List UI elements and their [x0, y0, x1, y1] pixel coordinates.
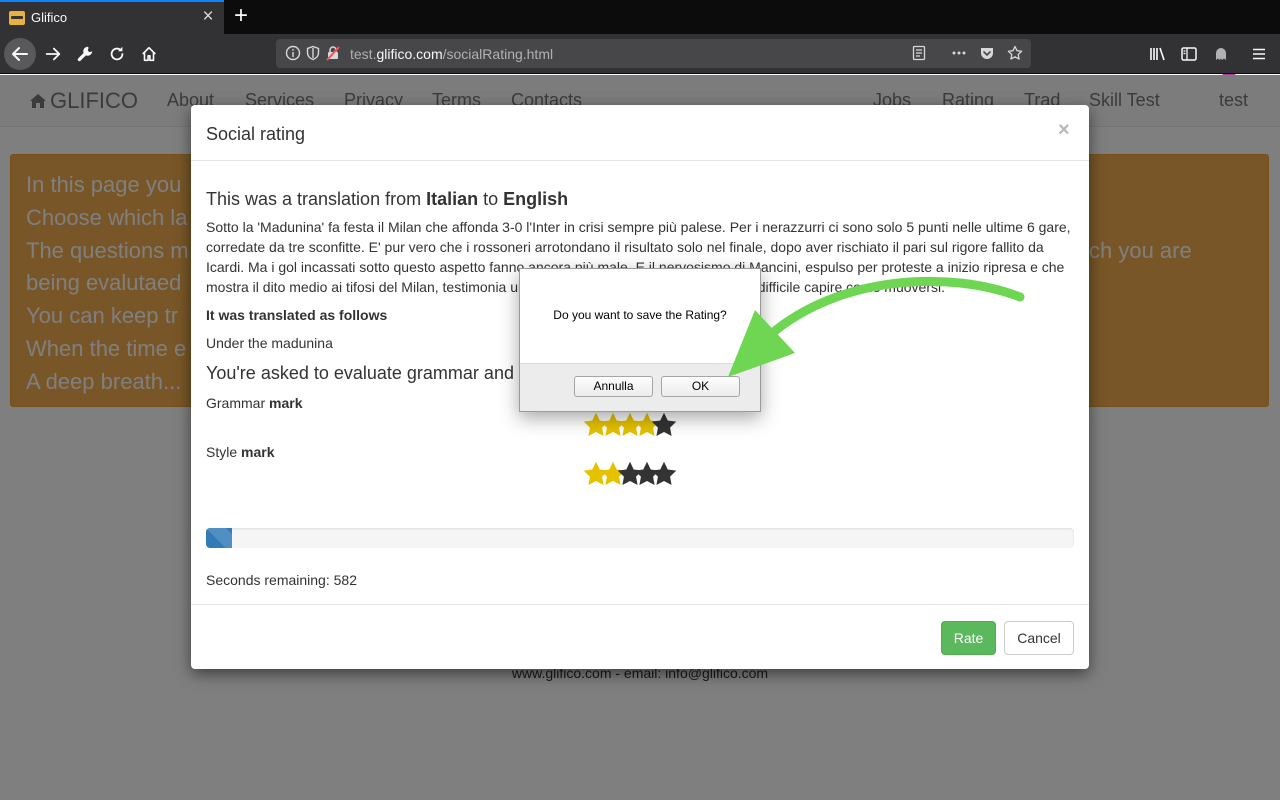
- cancel-button[interactable]: Cancel: [1004, 621, 1074, 655]
- save-confirm-dialog: Do you want to save the Rating? Annulla …: [519, 268, 761, 412]
- source-language: Italian: [426, 189, 479, 209]
- style-label: Style mark: [206, 444, 274, 460]
- url-bar[interactable]: test.glifico.com/socialRating.html: [276, 39, 1031, 68]
- bookmark-star-icon[interactable]: [1007, 45, 1023, 61]
- url-domain: glifico.com: [376, 46, 443, 62]
- annulla-button[interactable]: Annulla: [574, 376, 653, 397]
- reload-button[interactable]: [104, 41, 130, 67]
- extension-button[interactable]: [1212, 41, 1234, 67]
- url-subdomain: test.: [350, 46, 377, 62]
- grammar-star-rating[interactable]: [583, 411, 677, 439]
- url-text[interactable]: test.glifico.com/socialRating.html: [350, 46, 553, 62]
- home-icon: [142, 46, 156, 62]
- modal-header: Social rating ×: [191, 105, 1089, 161]
- target-language: English: [503, 189, 569, 209]
- modal-close-icon[interactable]: ×: [1058, 119, 1070, 142]
- star-empty-icon[interactable]: [651, 460, 677, 488]
- translated-label: It was translated as follows: [206, 307, 388, 323]
- menu-button[interactable]: [1250, 41, 1272, 67]
- grammar-label: Grammar mark: [206, 395, 302, 411]
- time-progress: [206, 528, 1074, 548]
- seconds-remaining: Seconds remaining: 582: [206, 572, 357, 588]
- sidebar-icon: [1181, 47, 1197, 61]
- hamburger-menu-icon: [1253, 48, 1265, 60]
- page-content: GLIFICO About Services Privacy Terms Con…: [0, 75, 1280, 800]
- pocket-icon[interactable]: [979, 45, 995, 61]
- arrow-right-icon: [45, 47, 61, 61]
- star-empty-icon[interactable]: [651, 411, 677, 439]
- wrench-icon: [77, 46, 93, 62]
- back-button[interactable]: [4, 38, 36, 70]
- heading-text: to: [478, 189, 504, 209]
- rate-button[interactable]: Rate: [941, 621, 996, 655]
- reload-icon: [110, 46, 124, 61]
- browser-tab[interactable]: Glifico ×: [0, 0, 224, 34]
- tab-close-icon[interactable]: ×: [200, 7, 216, 27]
- translation-heading: This was a translation from Italian to E…: [206, 189, 568, 210]
- library-icon: [1150, 47, 1165, 61]
- modal-title: Social rating: [206, 124, 306, 144]
- confirm-body: Do you want to save the Rating?: [520, 269, 760, 364]
- arrow-left-icon: [12, 47, 28, 61]
- ok-button[interactable]: OK: [661, 376, 740, 397]
- style-star-rating[interactable]: [583, 460, 677, 488]
- mark-word: mark: [241, 444, 275, 460]
- home-button[interactable]: [136, 41, 162, 67]
- extension-ghost-icon: [1216, 48, 1226, 60]
- browser-navbar: test.glifico.com/socialRating.html 1: [0, 34, 1280, 85]
- time-progress-bar: [206, 528, 233, 548]
- translated-text: Under the madunina: [206, 335, 333, 351]
- reader-view-icon[interactable]: [911, 45, 927, 61]
- new-tab-button[interactable]: +: [230, 3, 252, 29]
- tab-strip: Glifico × +: [0, 0, 1280, 34]
- url-path: /socialRating.html: [442, 46, 554, 62]
- mark-word: mark: [269, 395, 303, 411]
- heading-text: This was a translation from: [206, 189, 427, 209]
- tab-title: Glifico: [31, 10, 68, 25]
- site-favicon-icon: [9, 11, 25, 25]
- tracking-shield-icon[interactable]: [305, 45, 321, 61]
- page-actions-icon[interactable]: [951, 45, 967, 61]
- style-label-text: Style: [206, 444, 238, 460]
- grammar-label-text: Grammar: [206, 395, 266, 411]
- info-icon[interactable]: [285, 45, 301, 61]
- customize-button[interactable]: [72, 41, 98, 67]
- library-button[interactable]: [1148, 41, 1170, 67]
- modal-footer: Rate Cancel: [191, 604, 1089, 669]
- insecure-lock-icon[interactable]: [325, 45, 341, 61]
- evaluate-heading: You're asked to evaluate grammar and sty…: [206, 363, 556, 383]
- forward-button[interactable]: [40, 41, 66, 67]
- confirm-message: Do you want to save the Rating?: [553, 308, 727, 322]
- sidebar-button[interactable]: [1180, 41, 1202, 67]
